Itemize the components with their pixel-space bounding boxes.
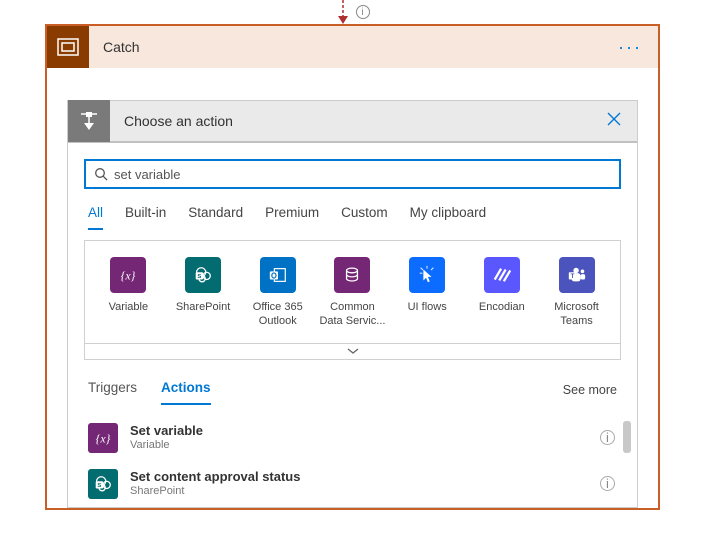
- svg-text:S: S: [97, 483, 101, 489]
- scrollbar-thumb[interactable]: [623, 421, 631, 453]
- sub-tab-actions[interactable]: Actions: [161, 376, 211, 405]
- connectors-grid: {x} Variable S SharePoint Office 365 Outlook…: [85, 241, 620, 343]
- sub-tabs: Triggers Actions: [88, 376, 211, 405]
- variable-icon: {x}: [110, 257, 146, 293]
- action-picker-panel: Choose an action All Built-in Standard Prem…: [67, 100, 638, 508]
- connector-label: UI flows: [392, 301, 462, 315]
- connector-microsoft-teams[interactable]: T Microsoft Teams: [542, 257, 612, 329]
- connector-label: Variable: [93, 301, 163, 315]
- result-set-content-approval-status[interactable]: S Set content approval statusSharePoint i: [86, 461, 629, 507]
- connector-variable[interactable]: {x} Variable: [93, 257, 163, 329]
- svg-text:{x}: {x}: [96, 431, 111, 445]
- step-title: Catch: [89, 39, 602, 55]
- connector-ui-flows[interactable]: UI flows: [392, 257, 462, 329]
- result-title: Set content approval status: [130, 469, 300, 485]
- catch-step-card: Catch ··· Choose an action: [45, 24, 660, 510]
- sharepoint-icon: S: [88, 469, 118, 499]
- cursor-icon: [409, 257, 445, 293]
- category-tab-custom[interactable]: Custom: [341, 199, 388, 230]
- result-title: Set variable: [130, 423, 203, 439]
- result-subtitle: SharePoint: [130, 485, 300, 498]
- connector-label: Microsoft Teams: [542, 301, 612, 329]
- svg-text:T: T: [570, 273, 574, 280]
- search-input-wrapper[interactable]: [84, 159, 621, 189]
- step-header[interactable]: Catch ···: [47, 26, 658, 68]
- expand-connectors-button[interactable]: [85, 343, 620, 359]
- info-icon[interactable]: i: [600, 476, 615, 491]
- connector-office-365-outlook[interactable]: Office 365 Outlook: [243, 257, 313, 329]
- connector-label: Encodian: [467, 301, 537, 315]
- close-icon[interactable]: [591, 112, 637, 131]
- results-list: {x} Set variableVariable i S Set content app…: [86, 415, 629, 507]
- connector-sharepoint[interactable]: S SharePoint: [168, 257, 238, 329]
- category-tab-all[interactable]: All: [88, 199, 103, 230]
- action-picker-icon: [68, 100, 110, 142]
- svg-text:S: S: [197, 274, 201, 280]
- scope-icon: [47, 26, 89, 68]
- database-icon: [334, 257, 370, 293]
- see-more-link[interactable]: See more: [563, 383, 617, 397]
- category-tabs: All Built-in Standard Premium Custom My clipb…: [68, 199, 637, 230]
- stripes-icon: [484, 257, 520, 293]
- outlook-icon: [260, 257, 296, 293]
- svg-text:{x}: {x}: [121, 269, 136, 283]
- search-icon: [94, 167, 108, 181]
- connector-label: Office 365 Outlook: [243, 301, 313, 329]
- connector-label: Common Data Servic...: [317, 301, 387, 329]
- category-tab-my-clipboard[interactable]: My clipboard: [410, 199, 487, 230]
- sharepoint-icon: S: [185, 257, 221, 293]
- category-tab-built-in[interactable]: Built-in: [125, 199, 166, 230]
- result-set-variable[interactable]: {x} Set variableVariable i: [86, 415, 629, 461]
- connector-label: SharePoint: [168, 301, 238, 315]
- info-icon[interactable]: i: [356, 5, 370, 19]
- teams-icon: T: [559, 257, 595, 293]
- category-tab-premium[interactable]: Premium: [265, 199, 319, 230]
- connector-encodian[interactable]: Encodian: [467, 257, 537, 329]
- step-menu-button[interactable]: ···: [602, 37, 658, 58]
- category-tab-standard[interactable]: Standard: [188, 199, 243, 230]
- sub-tab-triggers[interactable]: Triggers: [88, 376, 137, 405]
- variable-icon: {x}: [88, 423, 118, 453]
- picker-title: Choose an action: [110, 113, 591, 129]
- connector-common-data-servic-[interactable]: Common Data Servic...: [317, 257, 387, 329]
- result-subtitle: Variable: [130, 439, 203, 452]
- info-icon[interactable]: i: [600, 430, 615, 445]
- search-input[interactable]: [114, 167, 611, 182]
